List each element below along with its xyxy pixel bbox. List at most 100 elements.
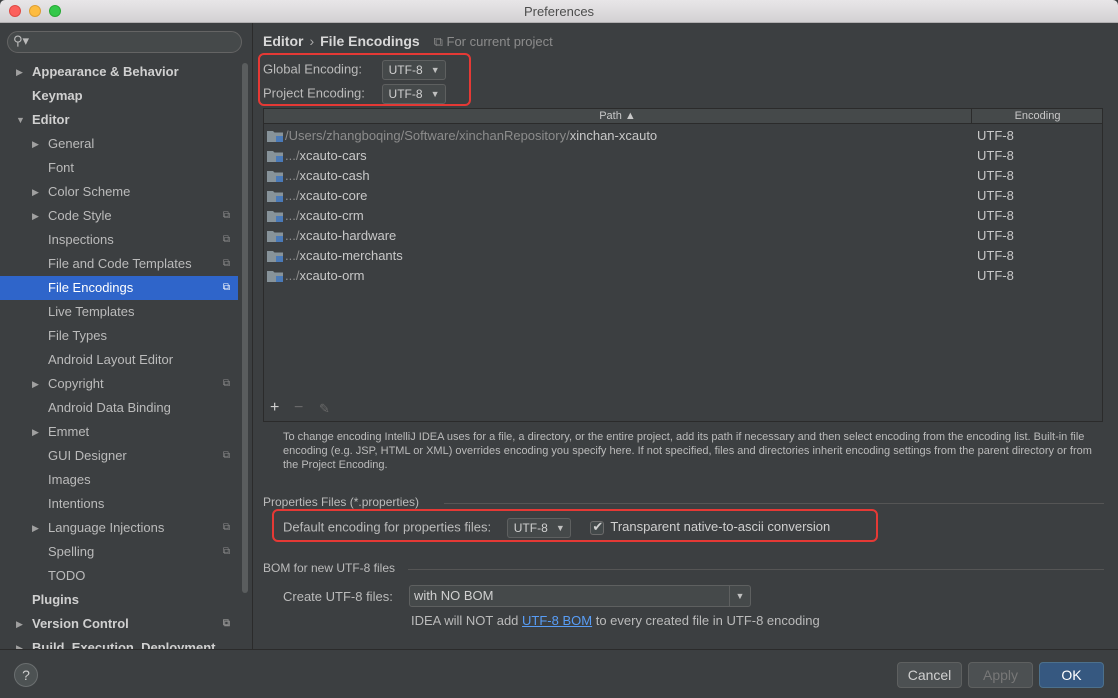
path-name: xcauto-core — [299, 188, 368, 203]
sidebar-item-label: Copyright — [48, 376, 104, 391]
sidebar-item-emmet[interactable]: ▶ Emmet — [0, 420, 238, 444]
project-encoding-select[interactable]: UTF-8 ▼ — [381, 84, 446, 104]
expand-right-icon[interactable]: ▶ — [16, 636, 23, 649]
sidebar-item-code-style[interactable]: ▶ Code Style ⧉ — [0, 204, 238, 228]
sidebar-item-general[interactable]: ▶ General — [0, 132, 238, 156]
add-path-button[interactable]: + — [270, 399, 279, 417]
chevron-down-icon[interactable]: ▼ — [729, 586, 750, 606]
cancel-button[interactable]: Cancel — [897, 662, 962, 688]
encoding-cell[interactable]: UTF-8 — [977, 246, 1014, 266]
native-to-ascii-option[interactable]: ✔ Transparent native-to-ascii conversion — [590, 519, 831, 535]
table-row[interactable]: .../xcauto-crm UTF-8 — [264, 206, 1102, 226]
expand-right-icon[interactable]: ▶ — [16, 612, 23, 636]
sidebar-scrollbar[interactable] — [242, 63, 248, 593]
properties-encoding-select[interactable]: UTF-8 ▼ — [506, 518, 571, 538]
help-button[interactable]: ? — [14, 663, 38, 687]
native-to-ascii-label: Transparent native-to-ascii conversion — [610, 519, 831, 535]
path-cell: .../xcauto-cars — [285, 146, 367, 166]
expand-down-icon[interactable]: ▼ — [16, 108, 25, 132]
global-encoding-select[interactable]: UTF-8 ▼ — [381, 60, 446, 80]
sidebar-item-appearance-behavior[interactable]: ▶ Appearance & Behavior — [0, 60, 238, 84]
table-row[interactable]: /Users/zhangboqing/Software/xinchanRepos… — [264, 126, 1102, 146]
sidebar-item-label: Emmet — [48, 424, 90, 439]
maximize-window-button[interactable] — [49, 5, 61, 17]
sidebar-item-inspections[interactable]: Inspections ⧉ — [0, 228, 238, 252]
sidebar-item-label: Color Scheme — [48, 184, 131, 199]
sidebar-item-label: Version Control — [32, 616, 129, 631]
expand-right-icon[interactable]: ▶ — [32, 132, 39, 156]
project-scope-hint: For current project — [446, 34, 553, 49]
path-encoding-table: Path ▲ Encoding /Users/zhangboqing/Softw… — [263, 108, 1103, 422]
encoding-cell[interactable]: UTF-8 — [977, 146, 1014, 166]
bom-section-title: BOM for new UTF-8 files — [263, 561, 396, 575]
encoding-cell[interactable]: UTF-8 — [977, 226, 1014, 246]
utf8-bom-link[interactable]: UTF-8 BOM — [522, 613, 592, 628]
settings-tree: ▶ Appearance & Behavior Keymap ▼ Editor ▶ Gene… — [0, 60, 238, 649]
encoding-cell[interactable]: UTF-8 — [977, 126, 1014, 146]
properties-section-title: Properties Files (*.properties) — [263, 495, 420, 509]
encoding-cell[interactable]: UTF-8 — [977, 206, 1014, 226]
table-row[interactable]: .../xcauto-hardware UTF-8 — [264, 226, 1102, 246]
ok-button[interactable]: OK — [1039, 662, 1104, 688]
expand-right-icon[interactable]: ▶ — [32, 180, 39, 204]
table-row[interactable]: .../xcauto-orm UTF-8 — [264, 266, 1102, 286]
encoding-cell[interactable]: UTF-8 — [977, 166, 1014, 186]
sidebar-item-file-types[interactable]: File Types — [0, 324, 238, 348]
table-toolbar: + − ✎ — [264, 397, 1102, 421]
expand-right-icon[interactable]: ▶ — [32, 516, 39, 540]
sidebar-item-images[interactable]: Images — [0, 468, 238, 492]
global-encoding-value: UTF-8 — [388, 63, 423, 77]
minimize-window-button[interactable] — [29, 5, 41, 17]
sidebar-item-language-injections[interactable]: ▶ Language Injections ⧉ — [0, 516, 238, 540]
table-row[interactable]: .../xcauto-cash UTF-8 — [264, 166, 1102, 186]
table-row[interactable]: .../xcauto-cars UTF-8 — [264, 146, 1102, 166]
project-scope-icon: ⧉ — [222, 234, 230, 245]
project-scope-icon: ⧉ — [222, 258, 230, 269]
path-name: xcauto-hardware — [299, 228, 397, 243]
sidebar-item-build-execution-deployment[interactable]: ▶ Build, Execution, Deployment — [0, 636, 238, 649]
project-scope-icon: ⧉ — [222, 522, 230, 533]
sidebar-item-todo[interactable]: TODO — [0, 564, 238, 588]
bom-select[interactable]: with NO BOM ▼ — [409, 585, 751, 607]
sidebar-item-label: Live Templates — [48, 304, 135, 319]
table-row[interactable]: .../xcauto-merchants UTF-8 — [264, 246, 1102, 266]
chevron-down-icon: ▼ — [555, 523, 565, 533]
table-row[interactable]: .../xcauto-core UTF-8 — [264, 186, 1102, 206]
sidebar-item-android-layout-editor[interactable]: Android Layout Editor — [0, 348, 238, 372]
expand-right-icon[interactable]: ▶ — [32, 420, 39, 444]
module-folder-icon — [267, 131, 283, 142]
native-to-ascii-checkbox[interactable]: ✔ — [590, 519, 605, 535]
path-prefix: .../ — [285, 268, 300, 283]
sidebar-item-copyright[interactable]: ▶ Copyright ⧉ — [0, 372, 238, 396]
sidebar-item-font[interactable]: Font — [0, 156, 238, 180]
sidebar-item-label: Code Style — [48, 208, 112, 223]
column-header-path[interactable]: Path ▲ — [264, 109, 972, 123]
apply-button[interactable]: Apply — [968, 662, 1033, 688]
remove-path-button[interactable]: − — [294, 399, 303, 417]
edit-path-button[interactable]: ✎ — [319, 401, 330, 417]
encoding-cell[interactable]: UTF-8 — [977, 186, 1014, 206]
column-header-encoding[interactable]: Encoding — [973, 109, 1102, 123]
module-folder-icon — [267, 271, 283, 282]
sidebar-item-android-data-binding[interactable]: Android Data Binding — [0, 396, 238, 420]
encoding-cell[interactable]: UTF-8 — [977, 266, 1014, 286]
sidebar-item-file-encodings[interactable]: File Encodings ⧉ — [0, 276, 238, 300]
expand-right-icon[interactable]: ▶ — [16, 60, 23, 84]
sidebar-item-live-templates[interactable]: Live Templates — [0, 300, 238, 324]
bom-note-suffix: to every created file in UTF-8 encoding — [592, 613, 820, 628]
sidebar-item-intentions[interactable]: Intentions — [0, 492, 238, 516]
sidebar-item-spelling[interactable]: Spelling ⧉ — [0, 540, 238, 564]
sidebar-item-plugins[interactable]: Plugins — [0, 588, 238, 612]
expand-right-icon[interactable]: ▶ — [32, 204, 39, 228]
settings-search-input[interactable]: ⚲▾ — [7, 31, 242, 53]
expand-right-icon[interactable]: ▶ — [32, 372, 39, 396]
sidebar-item-keymap[interactable]: Keymap — [0, 84, 238, 108]
sidebar-item-version-control[interactable]: ▶ Version Control ⧉ — [0, 612, 238, 636]
sidebar-item-label: Build, Execution, Deployment — [32, 640, 216, 649]
sidebar-item-file-and-code-templates[interactable]: File and Code Templates ⧉ — [0, 252, 238, 276]
sidebar-item-color-scheme[interactable]: ▶ Color Scheme — [0, 180, 238, 204]
settings-sidebar: ⚲▾ ▶ Appearance & Behavior Keymap ▼ Editor ▶ G… — [0, 23, 253, 649]
sidebar-item-gui-designer[interactable]: GUI Designer ⧉ — [0, 444, 238, 468]
close-window-button[interactable] — [9, 5, 21, 17]
sidebar-item-editor[interactable]: ▼ Editor — [0, 108, 238, 132]
